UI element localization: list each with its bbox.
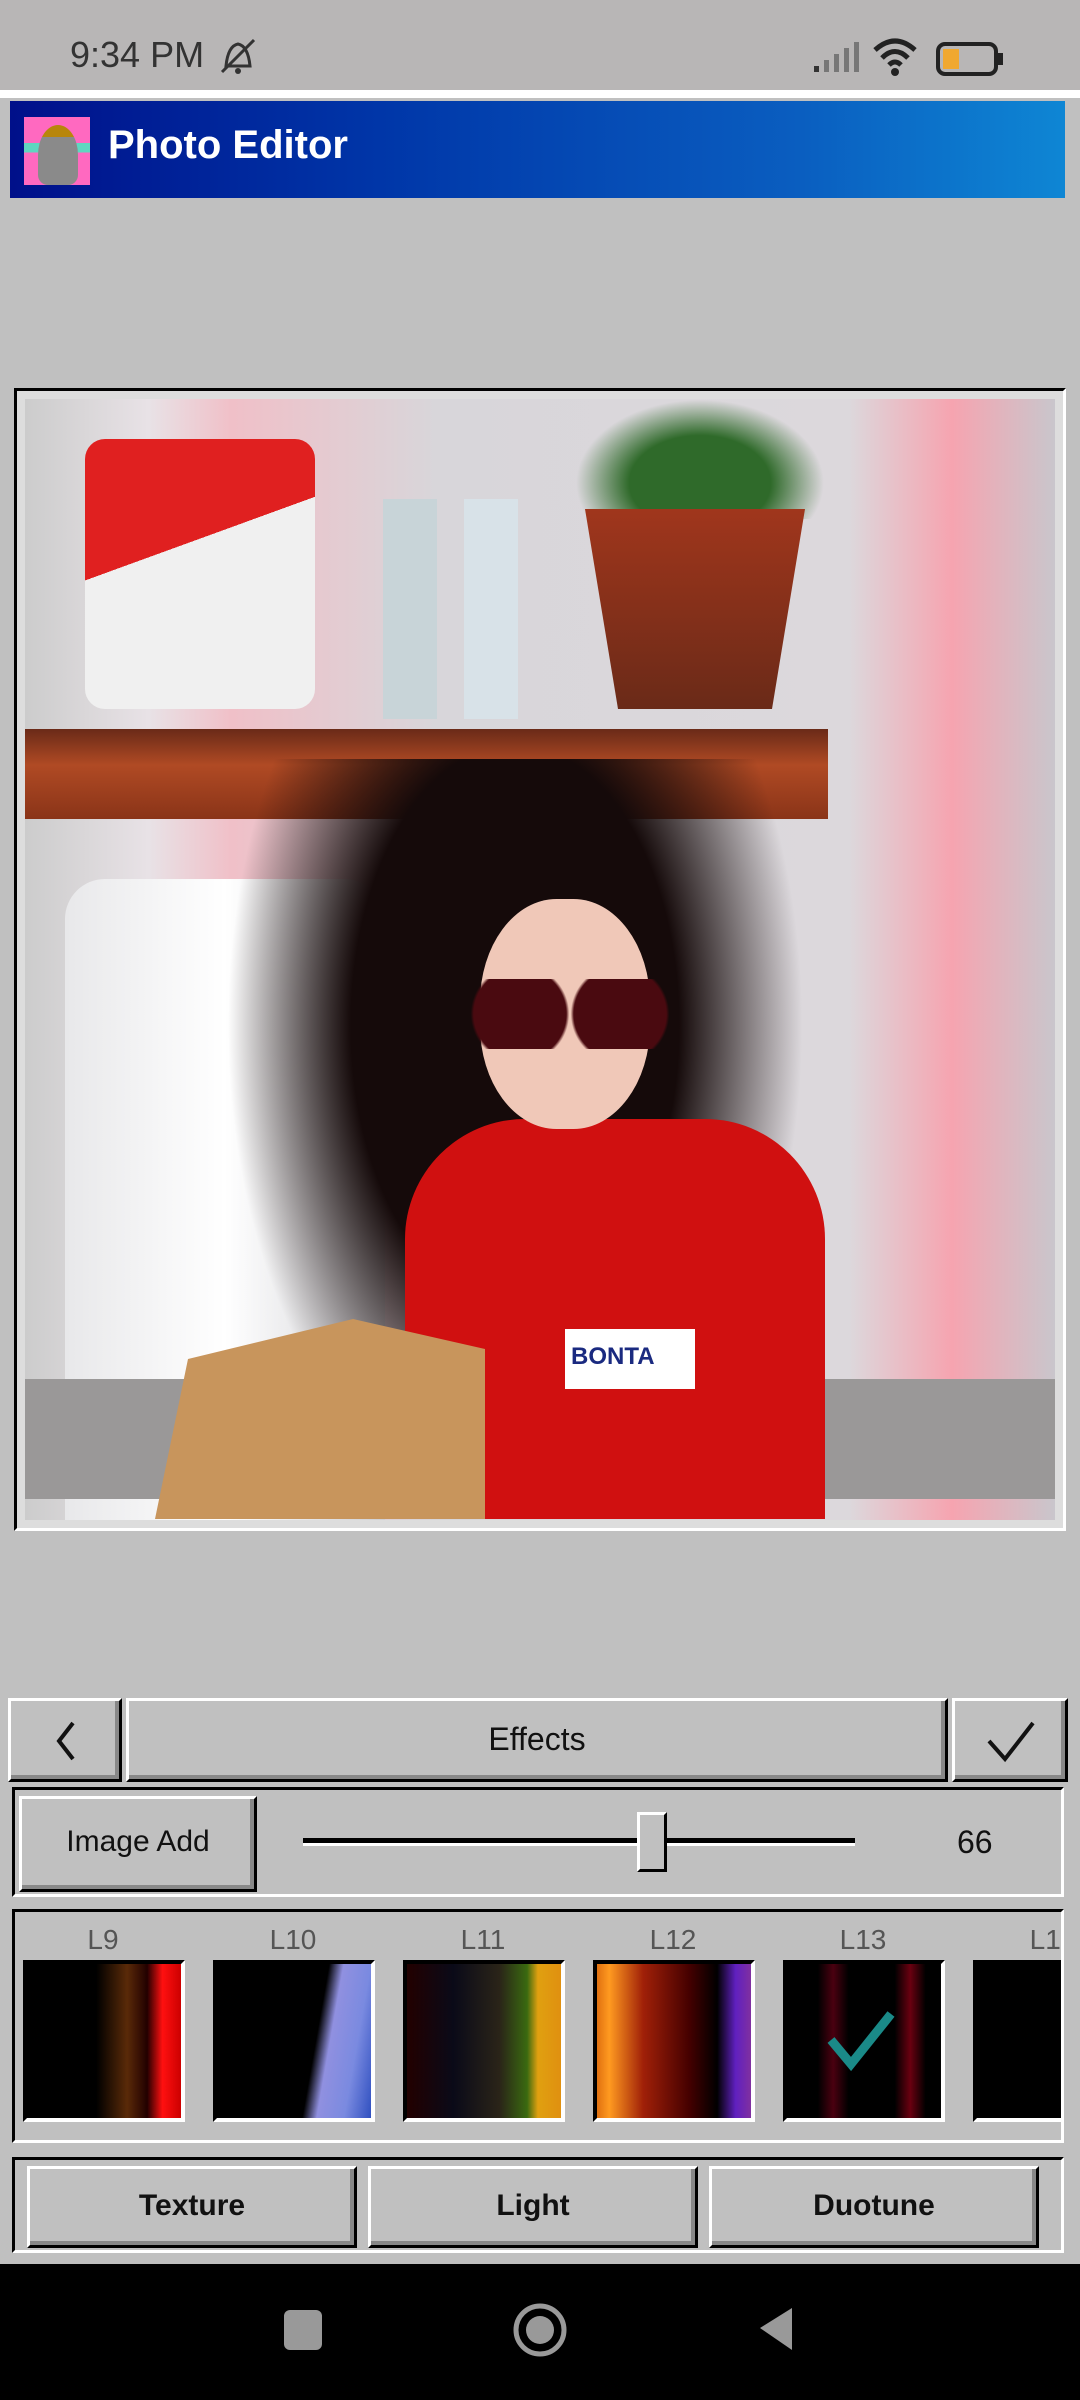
effect-thumbnail[interactable] [403, 1960, 565, 2122]
navigation-bar [0, 2264, 1080, 2400]
effect-preview [977, 1964, 1061, 2118]
effect-label: L10 [269, 1924, 317, 1955]
effects-toolbar: Effects [8, 1698, 1068, 1782]
adjust-panel: Image Add 66 [12, 1787, 1064, 1897]
effect-preview [597, 1964, 751, 2118]
app-logo [24, 117, 90, 185]
check-icon [987, 1721, 1035, 1763]
app-title: Photo Editor [108, 123, 348, 167]
photo-canvas[interactable]: BONTA [14, 388, 1066, 1531]
status-bar: 9:34 PM [0, 0, 1080, 90]
status-time: 9:34 PM [70, 34, 205, 75]
confirm-button[interactable] [952, 1698, 1068, 1782]
recents-icon[interactable] [284, 2310, 322, 2350]
image-add-button[interactable]: Image Add [19, 1796, 257, 1892]
effect-label: L12 [649, 1924, 697, 1955]
wifi-icon [873, 38, 917, 76]
chevron-left-icon [56, 1721, 75, 1761]
effect-label: L9 [87, 1924, 119, 1955]
selected-check-icon [827, 2011, 895, 2072]
effect-thumbnail[interactable] [23, 1960, 185, 2122]
tab-duotune[interactable]: Duotune [709, 2166, 1039, 2248]
effect-thumbnail[interactable] [973, 1960, 1061, 2122]
effects-title: Effects [126, 1698, 948, 1782]
app-bar: Photo Editor [10, 101, 1065, 198]
divider [0, 90, 1080, 98]
effect-thumbnail[interactable] [783, 1960, 945, 2122]
effect-preview [27, 1964, 181, 2118]
effect-preview [787, 1964, 941, 2118]
home-icon[interactable] [510, 2300, 570, 2360]
slider-track[interactable] [303, 1838, 855, 1846]
tab-light[interactable]: Light [368, 2166, 698, 2248]
category-tabs: Texture Light Duotune [12, 2157, 1064, 2253]
shirt-badge: BONTA [565, 1329, 695, 1389]
effect-label: L11 [460, 1924, 506, 1955]
effect-thumbnail[interactable] [213, 1960, 375, 2122]
edited-photo: BONTA [25, 399, 1055, 1520]
back-button[interactable] [8, 1698, 122, 1782]
slider-thumb[interactable] [637, 1812, 668, 1872]
battery-icon [936, 42, 1003, 76]
back-icon[interactable] [754, 2304, 798, 2354]
effect-preview [407, 1964, 561, 2118]
tab-texture[interactable]: Texture [27, 2166, 357, 2248]
mute-icon [220, 38, 256, 74]
signal-icon [814, 42, 859, 72]
slider-value: 66 [957, 1824, 993, 1860]
effects-list[interactable]: L9 L10 L11 L12 L13 L14 [12, 1909, 1064, 2143]
effect-thumbnail[interactable] [593, 1960, 755, 2122]
effect-preview [217, 1964, 371, 2118]
effect-label: L14 [1029, 1924, 1061, 1955]
effect-label: L13 [839, 1924, 887, 1955]
